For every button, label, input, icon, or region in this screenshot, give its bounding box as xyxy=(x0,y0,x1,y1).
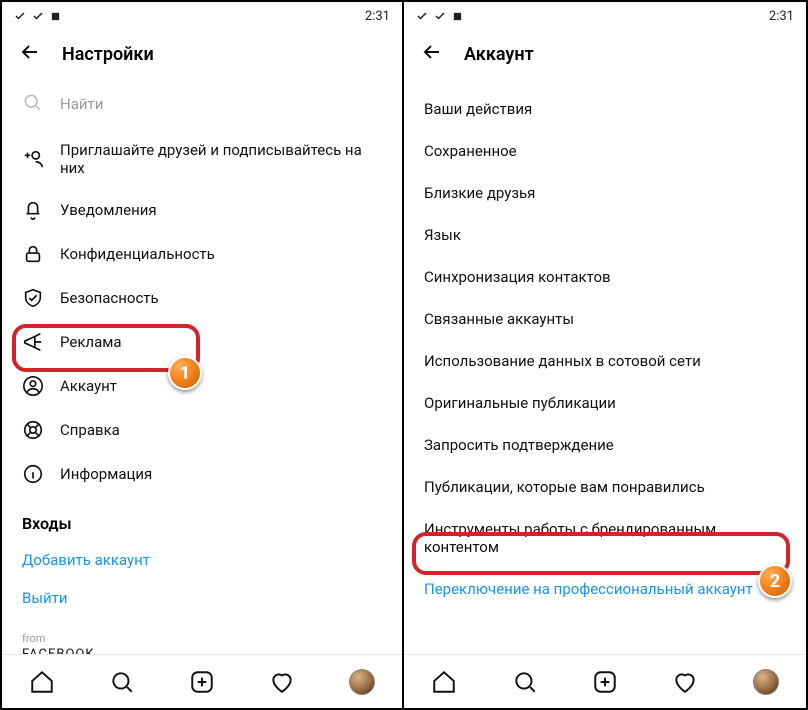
row-privacy[interactable]: Конфиденциальность xyxy=(2,232,402,276)
person-circle-icon xyxy=(22,375,44,397)
tab-profile[interactable] xyxy=(752,668,780,696)
tab-home[interactable] xyxy=(28,668,56,696)
row-label: Реклама xyxy=(60,333,122,351)
row-label: Аккаунт xyxy=(60,377,117,395)
row-language[interactable]: Язык xyxy=(404,214,806,256)
facebook-wordmark: FACEBOOK xyxy=(22,646,382,654)
section-logins: Входы xyxy=(2,496,402,541)
search-icon xyxy=(22,92,42,116)
link-logout[interactable]: Выйти xyxy=(2,579,402,617)
page-title: Аккаунт xyxy=(464,44,534,65)
row-linked-accounts[interactable]: Связанные аккаунты xyxy=(404,298,806,340)
back-icon[interactable] xyxy=(18,40,42,68)
tab-new-post[interactable] xyxy=(188,668,216,696)
tab-profile[interactable] xyxy=(348,668,376,696)
row-contacts-sync[interactable]: Синхронизация контактов xyxy=(404,256,806,298)
row-request-verification[interactable]: Запросить подтверждение xyxy=(404,424,806,466)
phone-screen-settings: 2:31 Настройки Найти Приглашайте друзей … xyxy=(2,2,404,708)
account-content: Ваши действия Сохраненное Близкие друзья… xyxy=(404,78,806,654)
row-branded-content-tools[interactable]: Инструменты работы с брендированным конт… xyxy=(404,508,806,568)
from-facebook: from FACEBOOK xyxy=(2,617,402,654)
shield-icon xyxy=(22,287,44,309)
row-label: Уведомления xyxy=(60,201,157,219)
row-ads[interactable]: Реклама xyxy=(2,320,402,364)
tab-bar xyxy=(404,654,806,708)
row-original-posts[interactable]: Оригинальные публикации xyxy=(404,382,806,424)
avatar xyxy=(753,669,779,695)
tab-search[interactable] xyxy=(511,668,539,696)
tab-home[interactable] xyxy=(430,668,458,696)
lifebuoy-icon xyxy=(22,419,44,441)
bell-icon xyxy=(22,199,44,221)
back-icon[interactable] xyxy=(420,40,444,68)
header: Настройки xyxy=(2,30,402,78)
check-icon xyxy=(32,10,44,22)
status-bar: 2:31 xyxy=(2,2,402,30)
tab-activity[interactable] xyxy=(268,668,296,696)
tab-search[interactable] xyxy=(108,668,136,696)
row-label: Справка xyxy=(60,421,120,439)
settings-content: Найти Приглашайте друзей и подписывайтес… xyxy=(2,78,402,654)
row-label: Конфиденциальность xyxy=(60,245,215,263)
page-title: Настройки xyxy=(62,44,154,65)
row-help[interactable]: Справка xyxy=(2,408,402,452)
check-icon xyxy=(434,10,446,22)
avatar xyxy=(349,669,375,695)
clock: 2:31 xyxy=(769,9,794,24)
row-about[interactable]: Информация xyxy=(2,452,402,496)
row-label: Безопасность xyxy=(60,289,159,307)
status-icons-left xyxy=(416,10,463,22)
info-icon xyxy=(22,463,44,485)
row-data-usage[interactable]: Использование данных в сотовой сети xyxy=(404,340,806,382)
search-placeholder: Найти xyxy=(60,95,103,113)
row-label: Информация xyxy=(60,465,152,483)
tab-activity[interactable] xyxy=(671,668,699,696)
link-add-account[interactable]: Добавить аккаунт xyxy=(2,541,402,579)
tab-new-post[interactable] xyxy=(591,668,619,696)
phone-screen-account: 2:31 Аккаунт Ваши действия Сохраненное Б… xyxy=(404,2,806,708)
status-icons-left xyxy=(14,10,61,22)
row-close-friends[interactable]: Близкие друзья xyxy=(404,172,806,214)
row-saved[interactable]: Сохраненное xyxy=(404,130,806,172)
square-icon xyxy=(452,11,463,22)
status-bar: 2:31 xyxy=(404,2,806,30)
row-notifications[interactable]: Уведомления xyxy=(2,188,402,232)
row-invite-friends[interactable]: Приглашайте друзей и подписывайтесь на н… xyxy=(2,130,402,188)
row-label: Приглашайте друзей и подписывайтесь на н… xyxy=(60,141,382,177)
search-bar[interactable]: Найти xyxy=(2,82,402,130)
add-friend-icon xyxy=(22,148,44,170)
row-your-activity[interactable]: Ваши действия xyxy=(404,88,806,130)
clock: 2:31 xyxy=(365,9,390,24)
from-label: from xyxy=(22,631,382,646)
tab-bar xyxy=(2,654,402,708)
row-account[interactable]: Аккаунт xyxy=(2,364,402,408)
check-icon xyxy=(416,10,428,22)
row-posts-you-liked[interactable]: Публикации, которые вам понравились xyxy=(404,466,806,508)
megaphone-icon xyxy=(22,331,44,353)
header: Аккаунт xyxy=(404,30,806,78)
check-icon xyxy=(14,10,26,22)
lock-icon xyxy=(22,243,44,265)
row-security[interactable]: Безопасность xyxy=(2,276,402,320)
row-switch-professional[interactable]: Переключение на профессиональный аккаунт xyxy=(404,568,806,610)
square-icon xyxy=(50,11,61,22)
